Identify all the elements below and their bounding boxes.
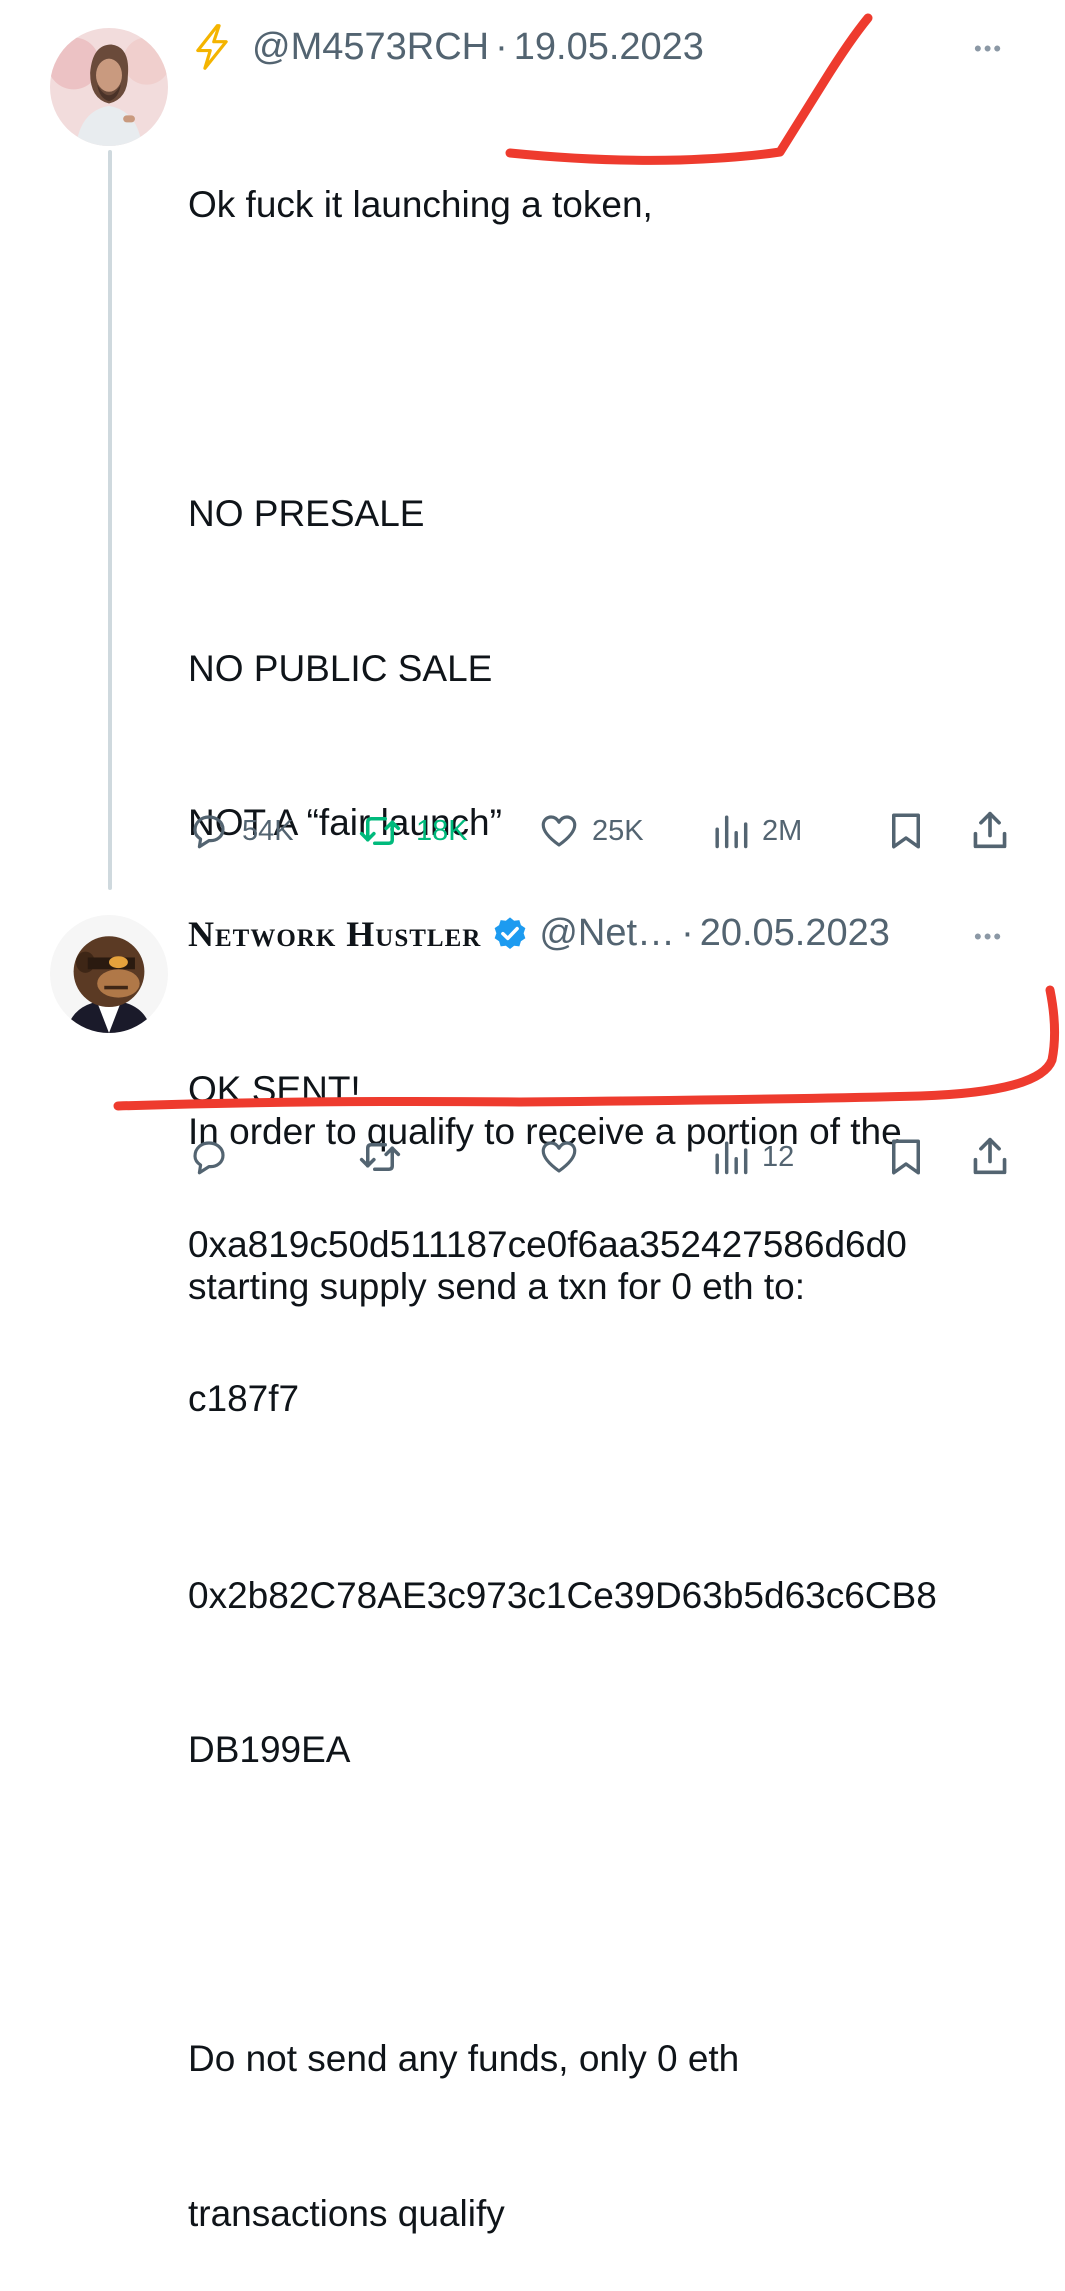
bookmark-button[interactable] — [888, 810, 924, 852]
tweet-1-handle[interactable]: @M4573RCH — [252, 26, 489, 69]
reply-icon — [193, 815, 225, 849]
share-icon — [973, 811, 1007, 849]
avatar-image — [50, 28, 168, 146]
repost-icon — [359, 1143, 401, 1171]
tweet-2-address-line: c187f7 — [188, 1378, 300, 1419]
tweet-1-separator: · — [495, 25, 508, 68]
heart-icon — [541, 1141, 577, 1173]
tweet-1-line: Ok fuck it launching a token, — [188, 184, 653, 225]
like-button[interactable]: 25K — [538, 810, 644, 852]
heart-icon — [541, 815, 577, 847]
tweet-1-more-icon[interactable]: ••• — [974, 36, 1003, 62]
reply-button[interactable] — [188, 1136, 242, 1178]
tweet-2-display-name[interactable]: Network Hustler — [188, 913, 481, 955]
repost-button[interactable]: 18K — [356, 810, 468, 852]
like-button[interactable] — [538, 1136, 592, 1178]
tweet-1-address-line: DB199EA — [188, 1729, 351, 1770]
avatar-m4573rch[interactable] — [50, 28, 168, 146]
views-count: 2M — [762, 814, 803, 847]
views-chart-icon — [715, 815, 748, 849]
like-count: 25K — [592, 814, 644, 847]
reply-icon — [193, 1141, 225, 1175]
tweet-2-date[interactable]: 20.05.2023 — [700, 912, 890, 955]
bookmark-icon — [892, 813, 920, 849]
share-icon — [973, 1137, 1007, 1175]
views-count: 12 — [762, 1140, 795, 1173]
share-button[interactable] — [970, 1134, 1010, 1178]
tweet-1-header: @M4573RCH · 19.05.2023 — [190, 24, 704, 70]
tweet-1-line: Do not send any funds, only 0 eth — [188, 2038, 740, 2079]
views-button[interactable]: 2M — [712, 810, 802, 852]
share-button[interactable] — [970, 808, 1010, 852]
bookmark-button[interactable] — [888, 1136, 924, 1178]
reply-count: 54K — [242, 814, 294, 847]
repost-button[interactable] — [356, 1136, 416, 1178]
tweet-1-line: NO PUBLIC SALE — [188, 647, 493, 689]
tweet-2-line: OK SENT! — [188, 1069, 361, 1110]
avatar-network-hustler[interactable] — [50, 915, 168, 1033]
tweet-2-more-icon[interactable]: ••• — [974, 924, 1003, 950]
reply-button[interactable]: 54K — [188, 810, 294, 852]
lightning-icon — [190, 24, 234, 70]
tweet-2-text: OK SENT! 0xa819c50d511187ce0f6aa35242758… — [188, 961, 907, 1476]
tweet-1-line: NO PRESALE — [188, 493, 425, 534]
tweet-1-address-line: 0x2b82C78AE3c973c1Ce39D63b5d63c6CB8 — [188, 1574, 937, 1616]
tweet-2-separator: · — [681, 912, 694, 954]
tweet-1-line: transactions qualify — [188, 2192, 505, 2234]
tweet-2-address-line: 0xa819c50d511187ce0f6aa352427586d6d0 — [188, 1223, 907, 1265]
views-chart-icon — [715, 1141, 748, 1175]
tweet-1-line: ​ — [188, 1879, 937, 1931]
tweet-2-handle[interactable]: @Net… — [539, 912, 675, 955]
bookmark-icon — [892, 1139, 920, 1175]
repost-count: 18K — [416, 814, 468, 847]
avatar-image — [50, 915, 168, 1033]
views-button[interactable]: 12 — [712, 1136, 794, 1178]
verified-badge-icon — [491, 915, 529, 953]
tweet-1-line: ​ — [188, 334, 937, 386]
repost-icon — [359, 817, 401, 845]
thread-connector-line — [108, 150, 112, 890]
tweet-1-date[interactable]: 19.05.2023 — [514, 26, 704, 69]
tweet-2-header: Network Hustler @Net… · 20.05.2023 — [188, 912, 890, 955]
